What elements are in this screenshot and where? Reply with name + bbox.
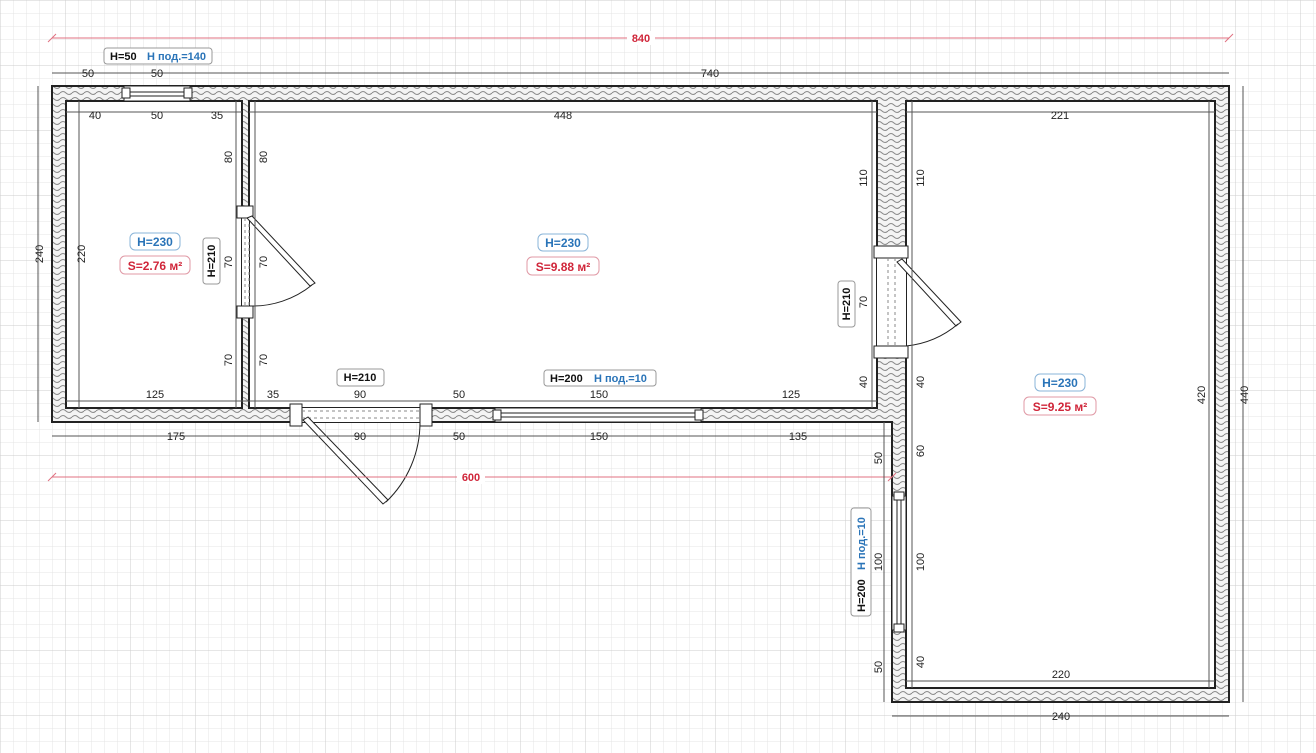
window-bottom[interactable] — [492, 407, 704, 423]
dim-top-a: 50 — [82, 68, 94, 80]
dim-bot-out-e: 135 — [789, 431, 807, 443]
dim-bot-in-f: 125 — [782, 389, 800, 401]
room-1-height: H=230 — [137, 235, 173, 249]
room-3-floor — [905, 100, 1216, 689]
dim-bot-in-e: 150 — [590, 389, 608, 401]
dim-in-l3: 35 — [211, 110, 223, 122]
room-3-area: S=9.25 м² — [1033, 400, 1088, 414]
window-right[interactable] — [891, 491, 907, 633]
dim-bot-in-a: 125 — [146, 389, 164, 401]
dim-in-l1: 40 — [89, 110, 101, 122]
dim-right-inner: 420 — [1196, 386, 1208, 404]
door-right-label[interactable]: H=210 — [837, 280, 856, 328]
dim-bot-out-c: 50 — [453, 431, 465, 443]
dim-overall-height: 440 — [1239, 386, 1251, 404]
dim-left-outer: 240 — [34, 245, 46, 263]
window-top-sill: H под.=140 — [147, 51, 206, 63]
door-bottom-label[interactable]: H=210 — [336, 368, 385, 387]
dim-in-l2: 50 — [151, 110, 163, 122]
dim-rr-outer-a: 50 — [873, 452, 885, 464]
dim-rp-r-b: 40 — [915, 376, 927, 388]
window-top-height: H=50 — [110, 51, 137, 63]
dim-lp-l-c: 70 — [223, 354, 235, 366]
window-top[interactable] — [121, 85, 193, 102]
window-top-label[interactable]: H=50 H под.=140 — [103, 47, 213, 65]
dim-lp-r-c: 70 — [258, 354, 270, 366]
dim-rr-outer-b: 100 — [873, 553, 885, 571]
door-left-height: H=210 — [206, 245, 218, 278]
dim-lower-width: 600 — [462, 472, 480, 484]
window-bottom-label[interactable]: H=200 H под.=10 — [543, 369, 657, 387]
room-2-height: H=230 — [545, 236, 581, 250]
window-bottom-height: H=200 — [550, 373, 583, 385]
dim-rp-l-c: 40 — [858, 376, 870, 388]
dim-in-mid: 448 — [554, 110, 572, 122]
window-right-label[interactable]: H=200 H под.=10 — [850, 507, 872, 617]
dim-lp-r-a: 80 — [258, 151, 270, 163]
dim-rp-l-b: 70 — [858, 296, 870, 308]
dim-rp-r-c: 60 — [915, 445, 927, 457]
door-right-height: H=210 — [841, 288, 853, 321]
dim-lp-l-b: 70 — [223, 256, 235, 268]
floor-plan-canvas: 840 600 50 50 740 40 50 35 448 221 240 2… — [0, 0, 1316, 753]
room-2-area: S=9.88 м² — [536, 260, 591, 274]
dim-left-inner: 220 — [76, 245, 88, 263]
dim-rp-r-d: 100 — [915, 553, 927, 571]
room-2-floor — [248, 100, 878, 409]
dim-rr-outer-c: 50 — [873, 661, 885, 673]
room-1-area: S=2.76 м² — [128, 259, 183, 273]
dim-top-b: 50 — [151, 68, 163, 80]
dim-rr-bottom-in: 220 — [1052, 669, 1070, 681]
window-right-sill: H под.=10 — [856, 517, 868, 570]
dim-bot-out-a: 175 — [167, 431, 185, 443]
dim-bot-in-d: 50 — [453, 389, 465, 401]
window-bottom-sill: H под.=10 — [594, 373, 647, 385]
dim-rp-l-a: 110 — [858, 169, 870, 187]
dim-bot-in-c: 90 — [354, 389, 366, 401]
dim-bot-out-d: 150 — [590, 431, 608, 443]
window-right-height: H=200 — [856, 579, 868, 612]
dim-overall-width: 840 — [632, 33, 650, 45]
dim-lp-l-a: 80 — [223, 151, 235, 163]
dim-top-c: 740 — [701, 68, 719, 80]
door-bottom-height: H=210 — [344, 372, 377, 384]
dim-in-right: 221 — [1051, 110, 1069, 122]
door-left-label[interactable]: H=210 — [202, 237, 221, 285]
room-3-height: H=230 — [1042, 376, 1078, 390]
dim-rp-r-e: 40 — [915, 656, 927, 668]
dim-lp-r-b: 70 — [258, 256, 270, 268]
dim-rr-bottom-out: 240 — [1052, 711, 1070, 723]
dim-bot-in-b: 35 — [267, 389, 279, 401]
dim-bot-out-b: 90 — [354, 431, 366, 443]
dim-rp-r-a: 110 — [915, 169, 927, 187]
